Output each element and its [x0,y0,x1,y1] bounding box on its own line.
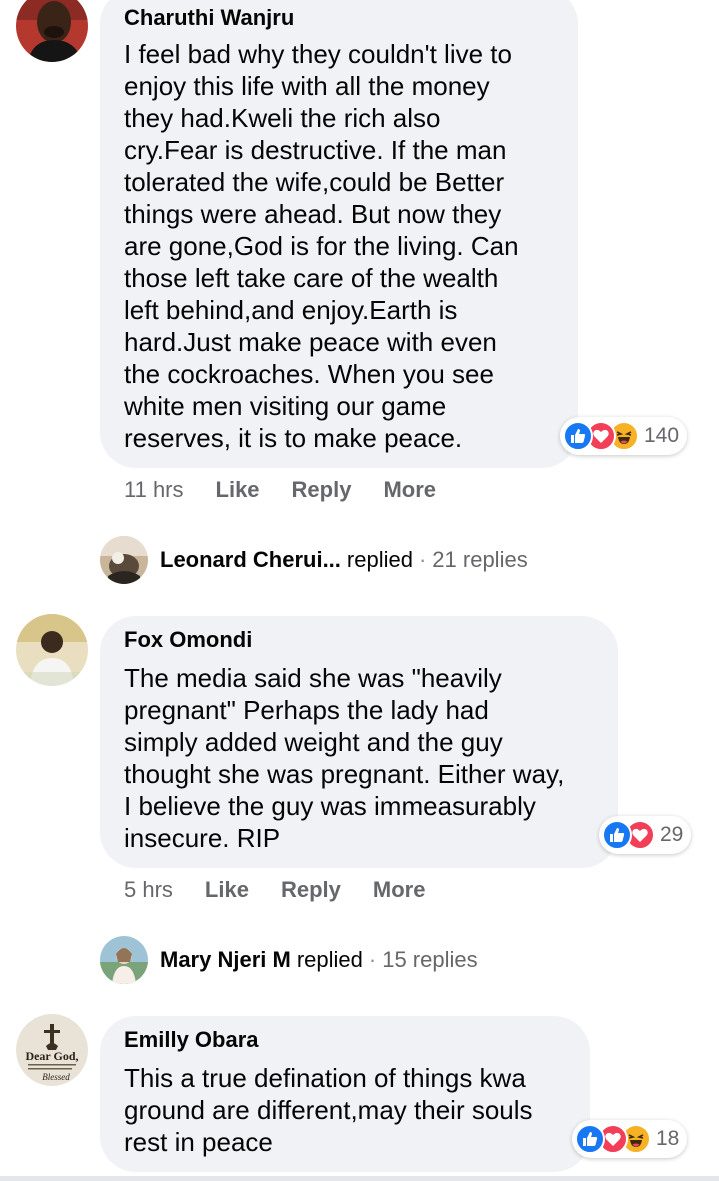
comment-bubble: Emilly Obara This a true defination of t… [100,1016,590,1172]
comments-page: Charuthi Wanjru I feel bad why they coul… [0,0,719,1181]
comment-timestamp[interactable]: 5 hrs [124,875,173,905]
comment-text: The media said she was "heavily pregnant… [124,663,565,853]
comment-timestamp[interactable]: 11 hrs [124,475,184,505]
more-button[interactable]: More [373,875,426,905]
like-icon [563,421,593,451]
replied-label: replied [346,547,413,572]
reply-author[interactable]: Mary Njeri M [160,945,291,975]
comment-author[interactable]: Fox Omondi [124,624,594,656]
reply-button[interactable]: Reply [292,475,352,505]
avatar-subtext: Blessed [42,1072,70,1082]
comment-bubble: Charuthi Wanjru I feel bad why they coul… [100,0,578,468]
like-button[interactable]: Like [205,875,249,905]
like-button[interactable]: Like [216,475,260,505]
view-replies-link[interactable]: Leonard Cherui... replied · 21 replies [100,536,528,584]
like-icon [602,820,632,850]
comment-actions: 11 hrs Like Reply More [124,475,436,505]
avatar[interactable] [16,614,88,686]
reaction-summary[interactable]: 140 [560,417,688,455]
avatar[interactable]: Dear God, Blessed [16,1014,88,1086]
avatar [100,536,148,584]
comment-bubble: Fox Omondi The media said she was "heavi… [100,616,618,868]
avatar-text: Dear God, [25,1049,78,1063]
reaction-summary[interactable]: 18 [572,1120,688,1158]
avatar [100,936,148,984]
replied-label: replied [296,947,363,972]
comment-actions: 5 hrs Like Reply More [124,875,425,905]
reaction-count: 140 [644,424,680,447]
comment-author[interactable]: Emilly Obara [124,1024,566,1056]
reply-count[interactable]: 21 replies [432,545,527,575]
view-replies-link[interactable]: Mary Njeri M replied · 15 replies [100,936,478,984]
comment-text: I feel bad why they couldn't live to enj… [124,39,519,453]
reply-author[interactable]: Leonard Cherui... [160,545,341,575]
reaction-count: 18 [656,1127,680,1150]
like-icon [575,1124,605,1154]
reply-count[interactable]: 15 replies [382,945,477,975]
separator: · [368,947,377,972]
avatar[interactable] [16,0,88,62]
reaction-count: 29 [660,823,684,846]
reply-button[interactable]: Reply [281,875,341,905]
divider [0,1176,719,1181]
comment-author[interactable]: Charuthi Wanjru [124,2,554,34]
more-button[interactable]: More [383,475,436,505]
separator: · [418,547,427,572]
comment-text: This a true defination of things kwa gro… [124,1063,533,1157]
reaction-summary[interactable]: 29 [599,816,692,854]
